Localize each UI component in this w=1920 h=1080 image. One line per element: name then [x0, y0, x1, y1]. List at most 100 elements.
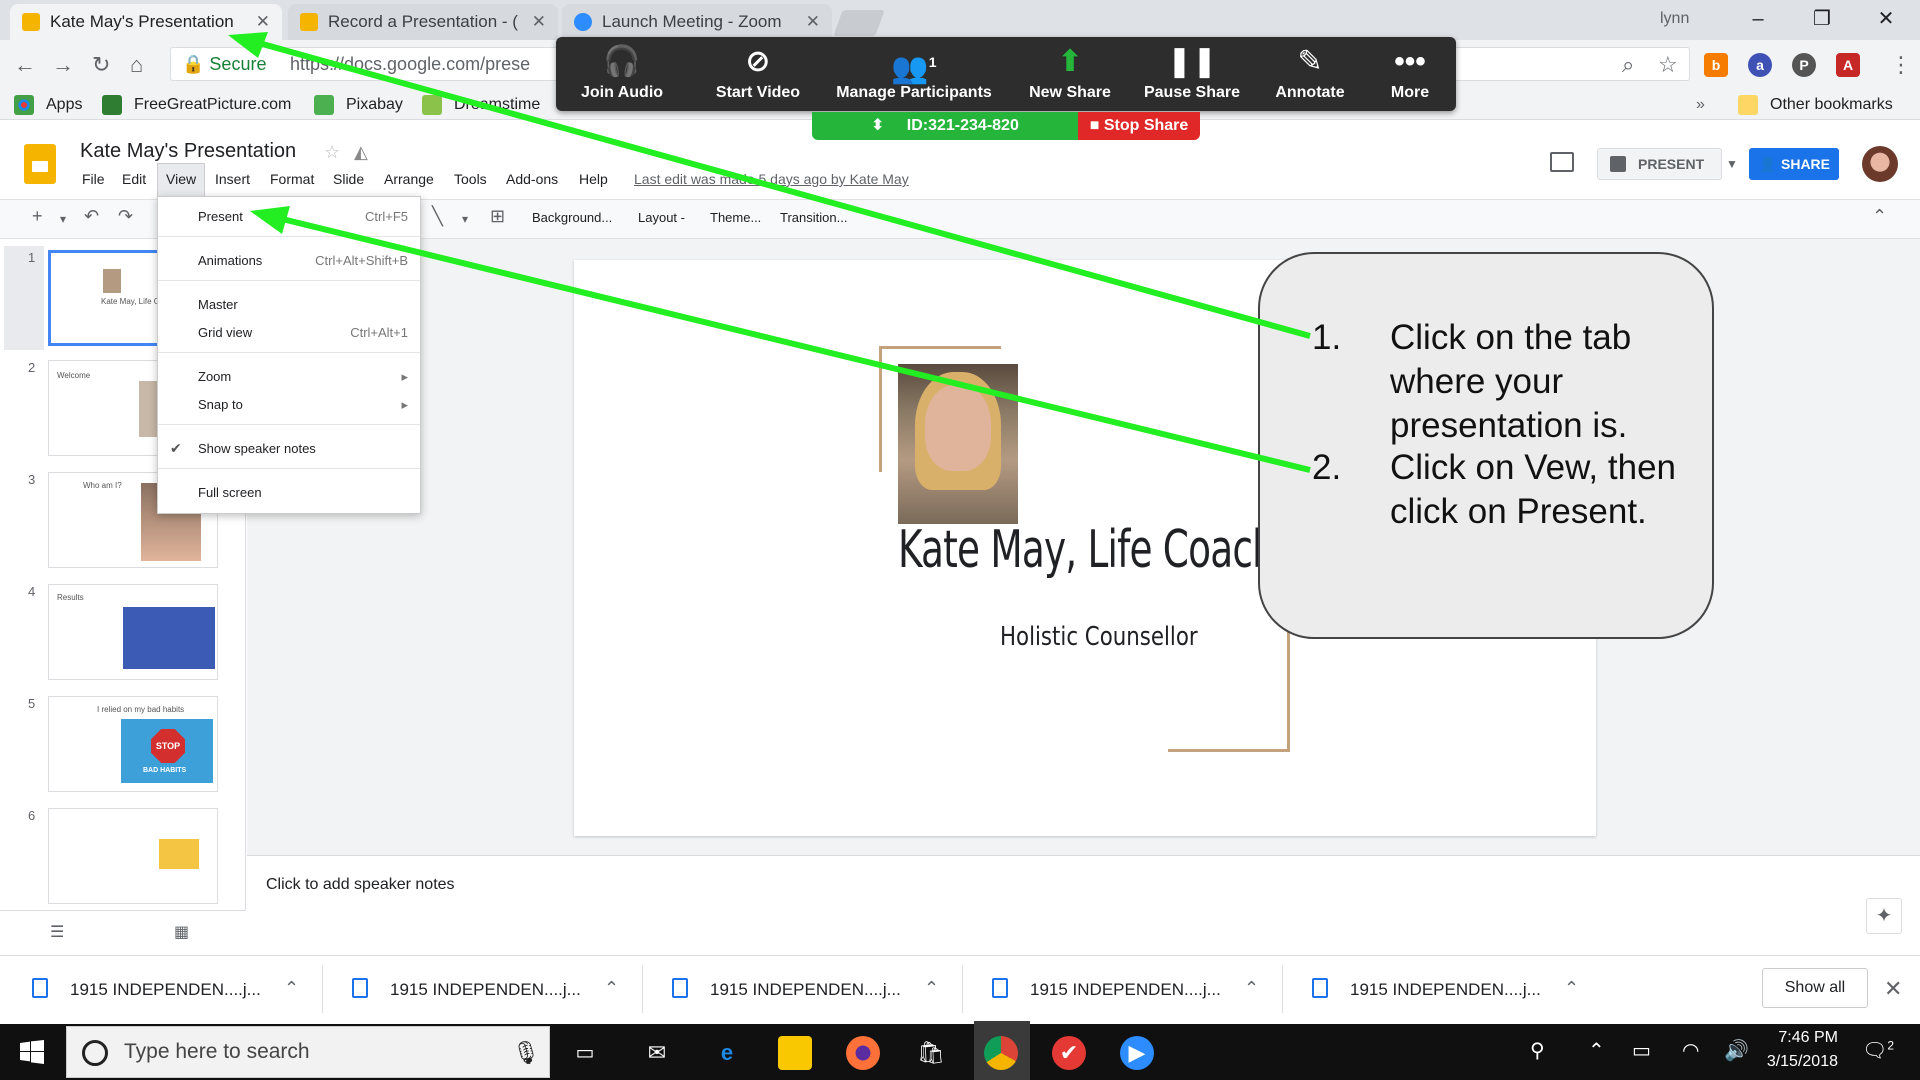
notifications-icon[interactable]: 🗨2: [1862, 1038, 1894, 1063]
secure-label[interactable]: 🔒 Secure: [182, 54, 266, 75]
menu-insert[interactable]: Insert: [215, 171, 250, 187]
star-icon[interactable]: ☆: [324, 142, 340, 163]
start-video-button[interactable]: ⊘ Start Video: [698, 44, 818, 102]
file-explorer-icon[interactable]: [778, 1036, 812, 1070]
back-icon[interactable]: ←: [14, 52, 36, 78]
chevron-up-icon[interactable]: ⌃: [1244, 978, 1259, 999]
menu-item-master[interactable]: Master: [198, 297, 238, 312]
mail-icon[interactable]: ✉: [640, 1036, 674, 1070]
chevron-up-icon[interactable]: ⌃: [1564, 978, 1579, 999]
chrome-menu-icon[interactable]: ⋮: [1890, 52, 1912, 78]
apps-grid-icon[interactable]: [14, 95, 34, 115]
clock-date[interactable]: 3/15/2018: [1758, 1053, 1838, 1071]
firefox-icon[interactable]: [846, 1036, 880, 1070]
speaker-notes-placeholder[interactable]: Click to add speaker notes: [266, 876, 455, 894]
download-item[interactable]: 1915 INDEPENDEN....j...: [70, 980, 261, 1000]
document-title[interactable]: Kate May's Presentation: [80, 140, 296, 163]
download-item[interactable]: 1915 INDEPENDEN....j...: [390, 980, 581, 1000]
bookmark-other[interactable]: Other bookmarks: [1770, 96, 1893, 114]
bookmark-apps[interactable]: Apps: [46, 96, 82, 114]
bookmark-pixabay[interactable]: Pixabay: [346, 96, 403, 114]
speaker-notes-panel[interactable]: [247, 855, 1920, 955]
menu-file[interactable]: File: [82, 171, 105, 187]
redo-icon[interactable]: ↷: [118, 206, 133, 227]
add-comment-icon[interactable]: ⊞: [490, 206, 505, 227]
present-button[interactable]: PRESENT: [1597, 148, 1722, 180]
search-placeholder[interactable]: Type here to search: [124, 1040, 310, 1064]
pause-share-button[interactable]: ❚❚ Pause Share: [1132, 44, 1252, 102]
close-window-icon[interactable]: ✕: [1856, 4, 1916, 34]
share-button[interactable]: 👤 SHARE: [1749, 148, 1839, 180]
theme-button[interactable]: Theme...: [710, 210, 761, 225]
profile-name[interactable]: lynn: [1660, 10, 1689, 28]
new-share-button[interactable]: ⬆ New Share: [1010, 44, 1130, 102]
tab-launch-meeting-zoom[interactable]: Launch Meeting - Zoom ✕: [562, 4, 832, 40]
bookmark-dreamstime[interactable]: Dreamstime: [454, 96, 540, 114]
present-dropdown-icon[interactable]: ▼: [1722, 148, 1742, 180]
chrome-icon[interactable]: [984, 1036, 1018, 1070]
layout-button[interactable]: Layout -: [638, 210, 685, 225]
menu-item-present[interactable]: Present: [198, 209, 243, 224]
drive-folder-icon[interactable]: ◭: [354, 142, 368, 163]
bookmarks-overflow-icon[interactable]: »: [1696, 96, 1705, 114]
tab-kate-mays-presentation[interactable]: Kate May's Presentation ✕: [10, 4, 282, 40]
menu-item-zoom[interactable]: Zoom: [198, 369, 231, 384]
bookmark-freegreatpicture[interactable]: FreeGreatPicture.com: [134, 96, 291, 114]
menu-item-animations[interactable]: Animations: [198, 253, 262, 268]
chevron-up-icon[interactable]: ⌃: [924, 978, 939, 999]
download-item[interactable]: 1915 INDEPENDEN....j...: [1030, 980, 1221, 1000]
volume-icon[interactable]: 🔊: [1724, 1038, 1749, 1063]
zoom-magnifier-icon[interactable]: ⌕: [1622, 52, 1634, 78]
menu-item-show-speaker-notes[interactable]: Show speaker notes: [198, 441, 316, 456]
restore-icon[interactable]: ❐: [1792, 4, 1852, 34]
menu-help[interactable]: Help: [579, 171, 608, 187]
menu-slide[interactable]: Slide: [333, 171, 364, 187]
new-slide-icon[interactable]: +: [32, 206, 43, 227]
background-button[interactable]: Background...: [532, 210, 612, 225]
new-slide-dropdown-icon[interactable]: ▾: [60, 212, 66, 226]
meeting-id[interactable]: ⬍ ID:321-234-820: [812, 112, 1078, 140]
slide-subtitle[interactable]: Holistic Counsellor: [1000, 622, 1198, 652]
close-icon[interactable]: ✕: [1884, 976, 1902, 1002]
battery-icon[interactable]: ▭: [1632, 1038, 1651, 1063]
show-all-button[interactable]: Show all: [1762, 968, 1868, 1008]
reload-icon[interactable]: ↻: [92, 52, 110, 78]
wifi-icon[interactable]: ◠: [1682, 1038, 1699, 1063]
download-item[interactable]: 1915 INDEPENDEN....j...: [710, 980, 901, 1000]
transition-button[interactable]: Transition...: [780, 210, 847, 225]
close-tab-icon[interactable]: ✕: [256, 12, 270, 32]
close-tab-icon[interactable]: ✕: [532, 12, 546, 32]
slide-thumbnail-4[interactable]: Results: [48, 584, 218, 680]
slides-logo-icon[interactable]: [24, 144, 56, 184]
last-edit-link[interactable]: Last edit was made 5 days ago by Kate Ma…: [634, 171, 909, 187]
url-text[interactable]: https://docs.google.com/prese: [290, 54, 530, 75]
minimize-icon[interactable]: –: [1728, 4, 1788, 34]
collapse-toolbar-icon[interactable]: ⌃: [1872, 206, 1887, 227]
menu-format[interactable]: Format: [270, 171, 314, 187]
tray-chevron-icon[interactable]: ⌃: [1588, 1038, 1605, 1063]
zoom-app-icon[interactable]: ▶: [1120, 1036, 1154, 1070]
menu-edit[interactable]: Edit: [122, 171, 146, 187]
menu-tools[interactable]: Tools: [454, 171, 487, 187]
stop-share-button[interactable]: ■ Stop Share: [1078, 112, 1200, 140]
explore-icon[interactable]: ✦: [1866, 898, 1902, 934]
chevron-up-icon[interactable]: ⌃: [284, 978, 299, 999]
tab-record-a-presentation[interactable]: Record a Presentation - ( ✕: [288, 4, 558, 40]
pdf-icon[interactable]: A: [1836, 53, 1860, 77]
windows-start-icon[interactable]: [20, 1040, 44, 1064]
list-view-icon[interactable]: ☰: [50, 922, 64, 942]
microphone-icon[interactable]: 🎙: [512, 1040, 540, 1066]
comments-icon[interactable]: [1550, 152, 1574, 172]
people-icon[interactable]: ⚲: [1530, 1038, 1545, 1063]
slide-title[interactable]: Kate May, Life Coach: [898, 520, 1276, 580]
line-tool-icon[interactable]: ╲: [432, 206, 443, 227]
manage-participants-button[interactable]: 👥1 Manage Participants: [834, 44, 994, 102]
pinterest-icon[interactable]: P: [1792, 53, 1816, 77]
undo-icon[interactable]: ↶: [84, 206, 99, 227]
menu-item-full-screen[interactable]: Full screen: [198, 485, 262, 500]
line-dropdown-icon[interactable]: ▾: [462, 212, 468, 226]
close-tab-icon[interactable]: ✕: [806, 12, 820, 32]
edge-icon[interactable]: e: [710, 1036, 744, 1070]
avatar[interactable]: [1862, 146, 1898, 182]
home-icon[interactable]: ⌂: [130, 52, 143, 78]
